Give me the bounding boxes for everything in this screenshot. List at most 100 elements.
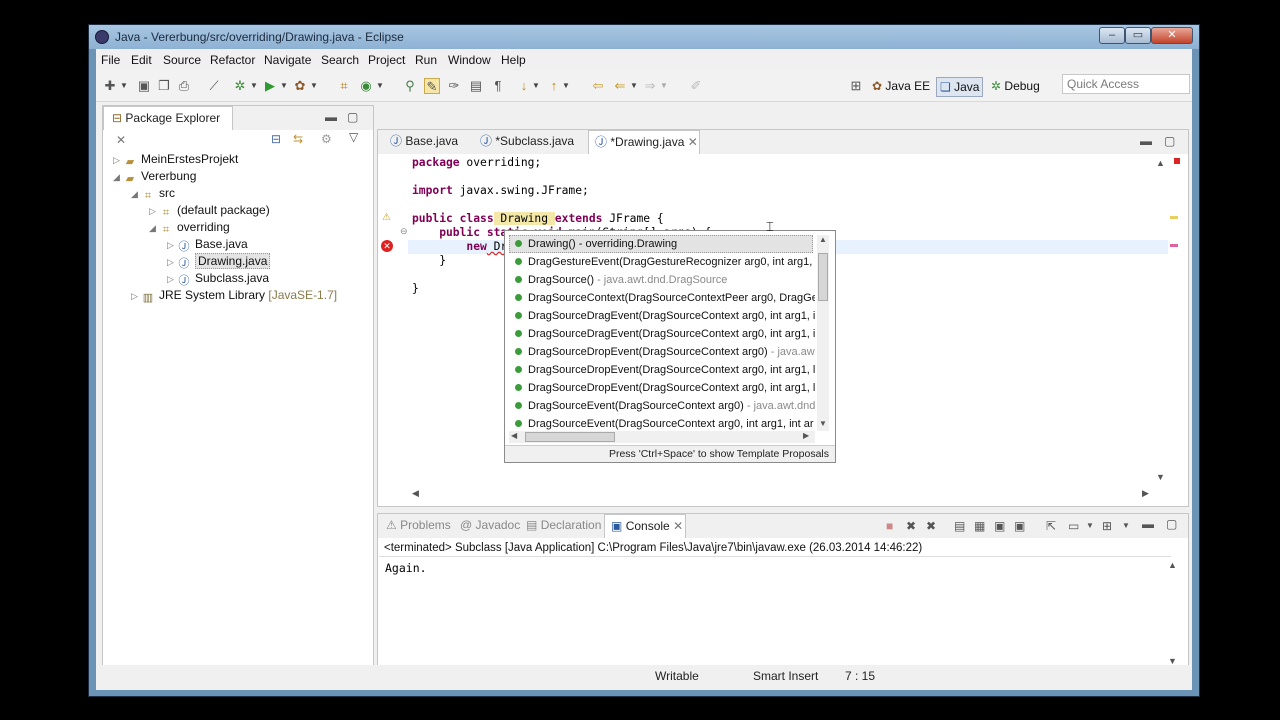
proposal-horizontal-scrollbar[interactable]: ◀ ▶ <box>509 431 815 443</box>
toggle-breakpoint-icon[interactable]: ⟋ <box>206 78 222 94</box>
new-dropdown-icon[interactable]: ▼ <box>120 78 128 94</box>
show-on-stdout-icon[interactable]: ▣ <box>994 519 1005 533</box>
tree-item-vererbung[interactable]: ◢ ▰ Vererbung <box>113 168 196 186</box>
expand-icon[interactable]: ▷ <box>131 288 141 305</box>
maximize-console-icon[interactable]: ▢ <box>1166 517 1177 531</box>
forward-dropdown-icon[interactable]: ▼ <box>660 78 668 94</box>
minimize-console-icon[interactable]: ▬ <box>1142 517 1154 531</box>
scroll-up-icon[interactable]: ▲ <box>1156 156 1165 170</box>
tree-item-src[interactable]: ◢ ⌗ src <box>131 185 175 203</box>
forward-icon[interactable]: ⇒ <box>642 78 658 94</box>
view-menu-icon[interactable]: ▽ <box>349 130 358 144</box>
show-on-stderr-icon[interactable]: ▣ <box>1014 519 1025 533</box>
tab-declaration[interactable]: ▤ Declaration <box>522 514 616 538</box>
code-line-5[interactable]: public class Drawing extends JFrame { <box>412 212 664 226</box>
scroll-left-icon[interactable]: ◀ <box>511 431 517 440</box>
perspective-java[interactable]: ❏ Java <box>936 77 984 97</box>
next-annotation-icon[interactable]: ↓ <box>516 78 532 94</box>
code-line-10[interactable]: } <box>412 282 419 296</box>
expand-icon[interactable]: ▷ <box>167 271 177 288</box>
collapse-icon[interactable]: ◢ <box>131 186 141 203</box>
pin-editor-icon[interactable]: ✐ <box>688 78 704 94</box>
edit-icon[interactable]: ✑ <box>446 78 462 94</box>
menu-search[interactable]: Search <box>321 53 359 67</box>
filter-icon[interactable]: ⚙ <box>321 132 332 146</box>
code-line-7[interactable]: new Dr <box>412 240 507 254</box>
new-java-project-icon[interactable]: ⌗ <box>336 78 352 94</box>
maximize-view-icon[interactable]: ▢ <box>347 110 358 124</box>
expand-icon[interactable]: ▷ <box>113 152 123 169</box>
display-console-dropdown-icon[interactable]: ▼ <box>1086 519 1094 533</box>
minimize-button[interactable]: ‒ <box>1099 27 1125 44</box>
tab-console[interactable]: ▣ Console ✕ <box>604 514 686 538</box>
maximize-editor-icon[interactable]: ▢ <box>1164 134 1175 148</box>
tab-drawing-java[interactable]: Ⓙ *Drawing.java ✕ <box>588 130 700 154</box>
close-icon[interactable]: ✕ <box>688 135 698 149</box>
tree-item-drawing-java[interactable]: ▷ Ⓙ Drawing.java <box>167 253 271 271</box>
scroll-down-icon[interactable]: ▼ <box>1156 470 1165 484</box>
error-overview-marker-2[interactable] <box>1170 244 1178 247</box>
last-edit-location-icon[interactable]: ⇦ <box>590 78 606 94</box>
scrollbar-thumb[interactable] <box>818 253 828 301</box>
back-dropdown-icon[interactable]: ▼ <box>630 78 638 94</box>
show-whitespace-icon[interactable]: ¶ <box>490 78 506 94</box>
scroll-up-icon[interactable]: ▲ <box>819 235 827 244</box>
close-button[interactable]: ✕ <box>1151 27 1193 44</box>
code-line-8[interactable]: } <box>412 254 446 268</box>
menu-window[interactable]: Window <box>448 53 491 67</box>
proposal-item[interactable]: DragSourceDragEvent(DragSourceContext ar… <box>515 325 815 343</box>
tree-item-meinerstesprojekt[interactable]: ▷ ▰ MeinErstesProjekt <box>113 151 238 169</box>
new-class-dropdown-icon[interactable]: ▼ <box>376 78 384 94</box>
minimize-view-icon[interactable]: ▬ <box>325 110 337 124</box>
maximize-button[interactable]: ▭ <box>1125 27 1151 44</box>
remove-launch-icon[interactable]: ✖ <box>906 519 916 533</box>
save-all-icon[interactable]: ❐ <box>156 78 172 94</box>
open-console-icon[interactable]: ⊞ <box>1102 519 1112 533</box>
scroll-left-icon[interactable]: ◀ <box>412 486 419 500</box>
console-output-area[interactable]: Again. <box>379 556 1171 669</box>
collapse-icon[interactable]: ◢ <box>149 220 159 237</box>
expand-icon[interactable]: ▷ <box>167 254 177 271</box>
proposal-item[interactable]: DragSourceContext(DragSourceContextPeer … <box>515 289 815 307</box>
open-type-icon[interactable]: ⚲ <box>402 78 418 94</box>
menu-file[interactable]: File <box>101 53 120 67</box>
back-icon[interactable]: ⇐ <box>612 78 628 94</box>
expand-icon[interactable]: ▷ <box>167 237 177 254</box>
menu-navigate[interactable]: Navigate <box>264 53 311 67</box>
scrollbar-thumb[interactable] <box>525 432 615 442</box>
remove-all-terminated-icon[interactable]: ✖ <box>926 519 936 533</box>
display-console-icon[interactable]: ▭ <box>1068 519 1079 533</box>
proposal-item[interactable]: DragGestureEvent(DragGestureRecognizer a… <box>515 253 815 271</box>
proposal-vertical-scrollbar[interactable]: ▲ ▼ <box>817 235 829 431</box>
code-line-3[interactable]: import javax.swing.JFrame; <box>412 184 589 198</box>
clear-console-icon[interactable]: ▤ <box>954 519 965 533</box>
perspective-debug[interactable]: ✲ Debug <box>991 77 1040 95</box>
proposal-item[interactable]: DragSourceDropEvent(DragSourceContext ar… <box>515 361 815 379</box>
perspective-java-ee[interactable]: ✿ Java EE <box>872 77 930 95</box>
menu-run[interactable]: Run <box>415 53 437 67</box>
quick-access-input[interactable]: Quick Access <box>1062 74 1190 94</box>
scroll-lock-icon[interactable]: ▦ <box>974 519 985 533</box>
debug-icon[interactable]: ✲ <box>232 78 248 94</box>
menu-project[interactable]: Project <box>368 53 405 67</box>
warning-marker-icon[interactable]: ⚠ <box>382 212 391 223</box>
block-selection-icon[interactable]: ▤ <box>468 78 484 94</box>
new-icon[interactable]: ✚ <box>102 78 118 94</box>
proposal-item[interactable]: DragSourceEvent(DragSourceContext arg0) … <box>515 397 815 415</box>
close-icon[interactable]: ✕ <box>116 133 126 147</box>
warning-overview-marker[interactable] <box>1170 216 1178 219</box>
proposal-item[interactable]: Drawing() - overriding.Drawing <box>515 235 815 253</box>
close-icon[interactable]: ✕ <box>673 519 683 533</box>
collapse-icon[interactable]: ◢ <box>113 169 123 186</box>
run-dropdown-icon[interactable]: ▼ <box>280 78 288 94</box>
scroll-right-icon[interactable]: ▶ <box>803 431 809 440</box>
scroll-down-icon[interactable]: ▼ <box>819 419 827 428</box>
run-icon[interactable]: ▶ <box>262 78 278 94</box>
menu-help[interactable]: Help <box>501 53 526 67</box>
previous-annotation-icon[interactable]: ↑ <box>546 78 562 94</box>
tab-subclass-java[interactable]: Ⓙ *Subclass.java <box>474 130 590 154</box>
terminate-icon[interactable]: ■ <box>886 519 893 533</box>
menu-source[interactable]: Source <box>163 53 201 67</box>
mark-occurrences-icon[interactable]: ✎ <box>424 78 440 94</box>
open-perspective-icon[interactable]: ⊞ <box>848 78 864 94</box>
